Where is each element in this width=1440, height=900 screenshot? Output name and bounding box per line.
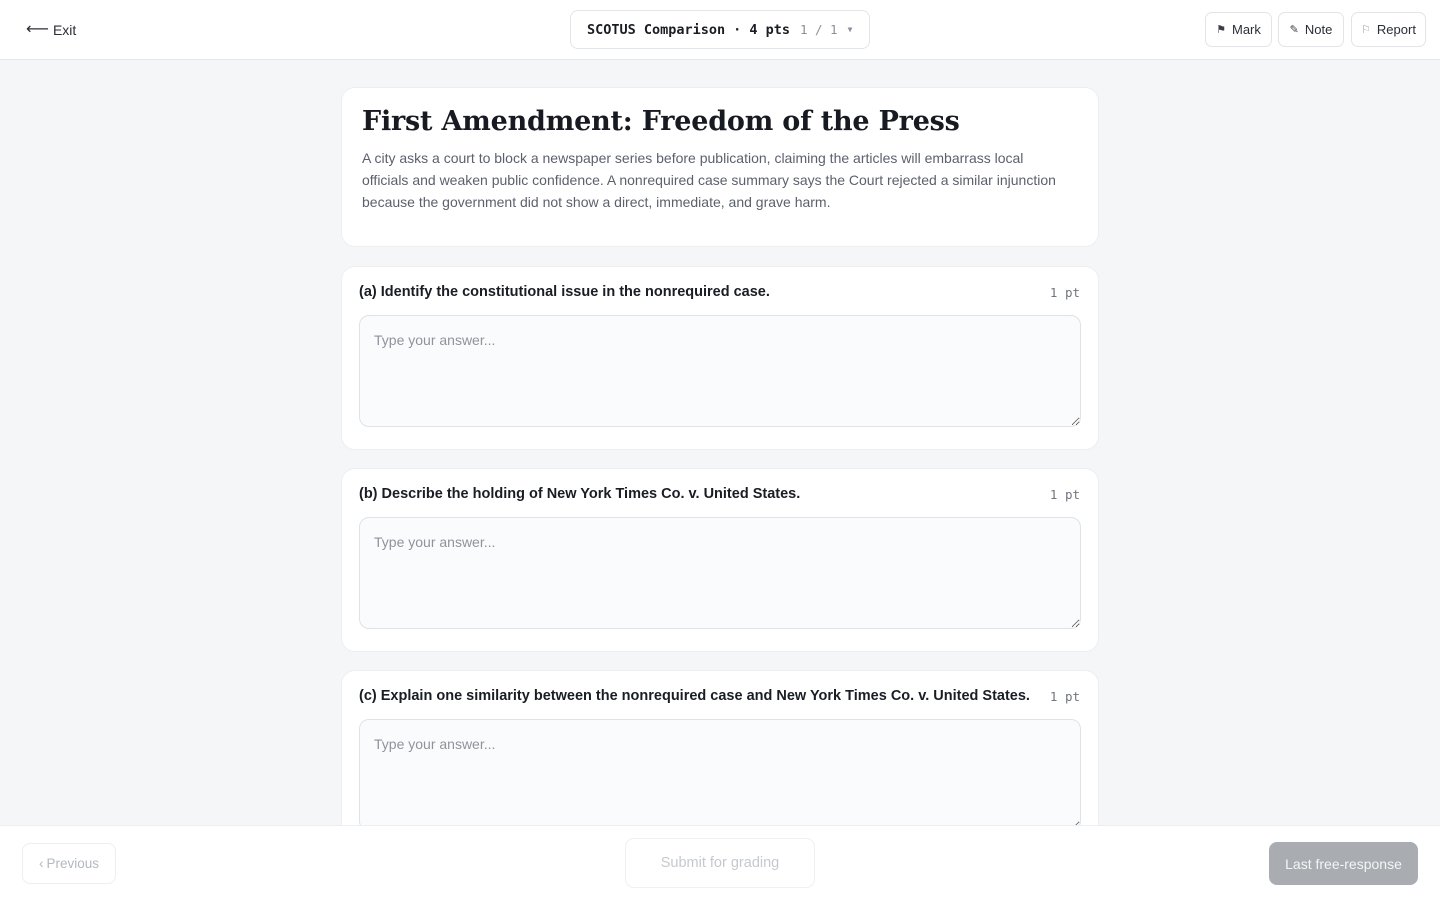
note-label: Note	[1304, 22, 1333, 37]
previous-button[interactable]: ‹ Previous	[22, 843, 116, 884]
top-bar: ⟵ Exit SCOTUS Comparison · 4 pts 1 / 1 ▼ ⚑…	[0, 0, 1440, 60]
question-card-b: (b) Describe the holding of New York Tim…	[341, 468, 1099, 652]
assessment-title: SCOTUS Comparison · 4 pts	[587, 22, 790, 38]
pencil-icon: ✎	[1289, 24, 1299, 36]
mark-label: Mark	[1231, 22, 1261, 37]
note-button[interactable]: ✎ Note	[1278, 12, 1344, 47]
question-header: (c) Explain one similarity between the n…	[359, 688, 1080, 704]
question-header: (a) Identify the constitutional issue in…	[359, 284, 1080, 300]
question-prompt: (a) Identify the constitutional issue in…	[359, 284, 770, 300]
question-points: 1 pt	[1049, 284, 1080, 300]
assessment-name: SCOTUS Comparison	[587, 21, 726, 38]
assessment-points: 4 pts	[749, 21, 790, 38]
title-separator: ·	[733, 21, 742, 38]
flag-outline-icon: ⚐	[1361, 24, 1371, 36]
last-free-response-button[interactable]: Last free-response	[1269, 842, 1418, 885]
chevron-down-icon: ▼	[847, 25, 853, 34]
prompt-card: First Amendment: Freedom of the Press A …	[341, 87, 1099, 247]
report-label: Report	[1376, 22, 1416, 37]
question-prompt: (b) Describe the holding of New York Tim…	[359, 486, 801, 502]
chevron-left-icon: ‹	[38, 856, 44, 871]
question-counter: 1 / 1	[799, 22, 838, 37]
arrow-left-icon: ⟵	[26, 21, 49, 38]
answer-input-b[interactable]	[359, 517, 1081, 629]
question-points: 1 pt	[1049, 486, 1080, 502]
mark-button[interactable]: ⚑ Mark	[1205, 12, 1272, 47]
question-points: 1 pt	[1049, 688, 1080, 704]
question-prompt: (c) Explain one similarity between the n…	[359, 688, 1030, 704]
question-selector[interactable]: SCOTUS Comparison · 4 pts 1 / 1 ▼	[570, 10, 870, 49]
answer-input-a[interactable]	[359, 315, 1081, 427]
previous-label: Previous	[46, 856, 100, 871]
question-card-a: (a) Identify the constitutional issue in…	[341, 266, 1099, 450]
bottom-bar: ‹ Previous Submit for grading Last free-…	[0, 825, 1440, 900]
flag-icon: ⚑	[1216, 24, 1226, 36]
prompt-title: First Amendment: Freedom of the Press	[362, 106, 960, 137]
exit-button[interactable]: ⟵ Exit	[26, 18, 76, 42]
report-button[interactable]: ⚐ Report	[1351, 12, 1426, 47]
exit-label: Exit	[52, 22, 77, 38]
prompt-description: A city asks a court to block a newspaper…	[362, 150, 1056, 210]
answer-input-c[interactable]	[359, 719, 1081, 831]
submit-button[interactable]: Submit for grading	[625, 838, 815, 888]
question-header: (b) Describe the holding of New York Tim…	[359, 486, 1080, 502]
